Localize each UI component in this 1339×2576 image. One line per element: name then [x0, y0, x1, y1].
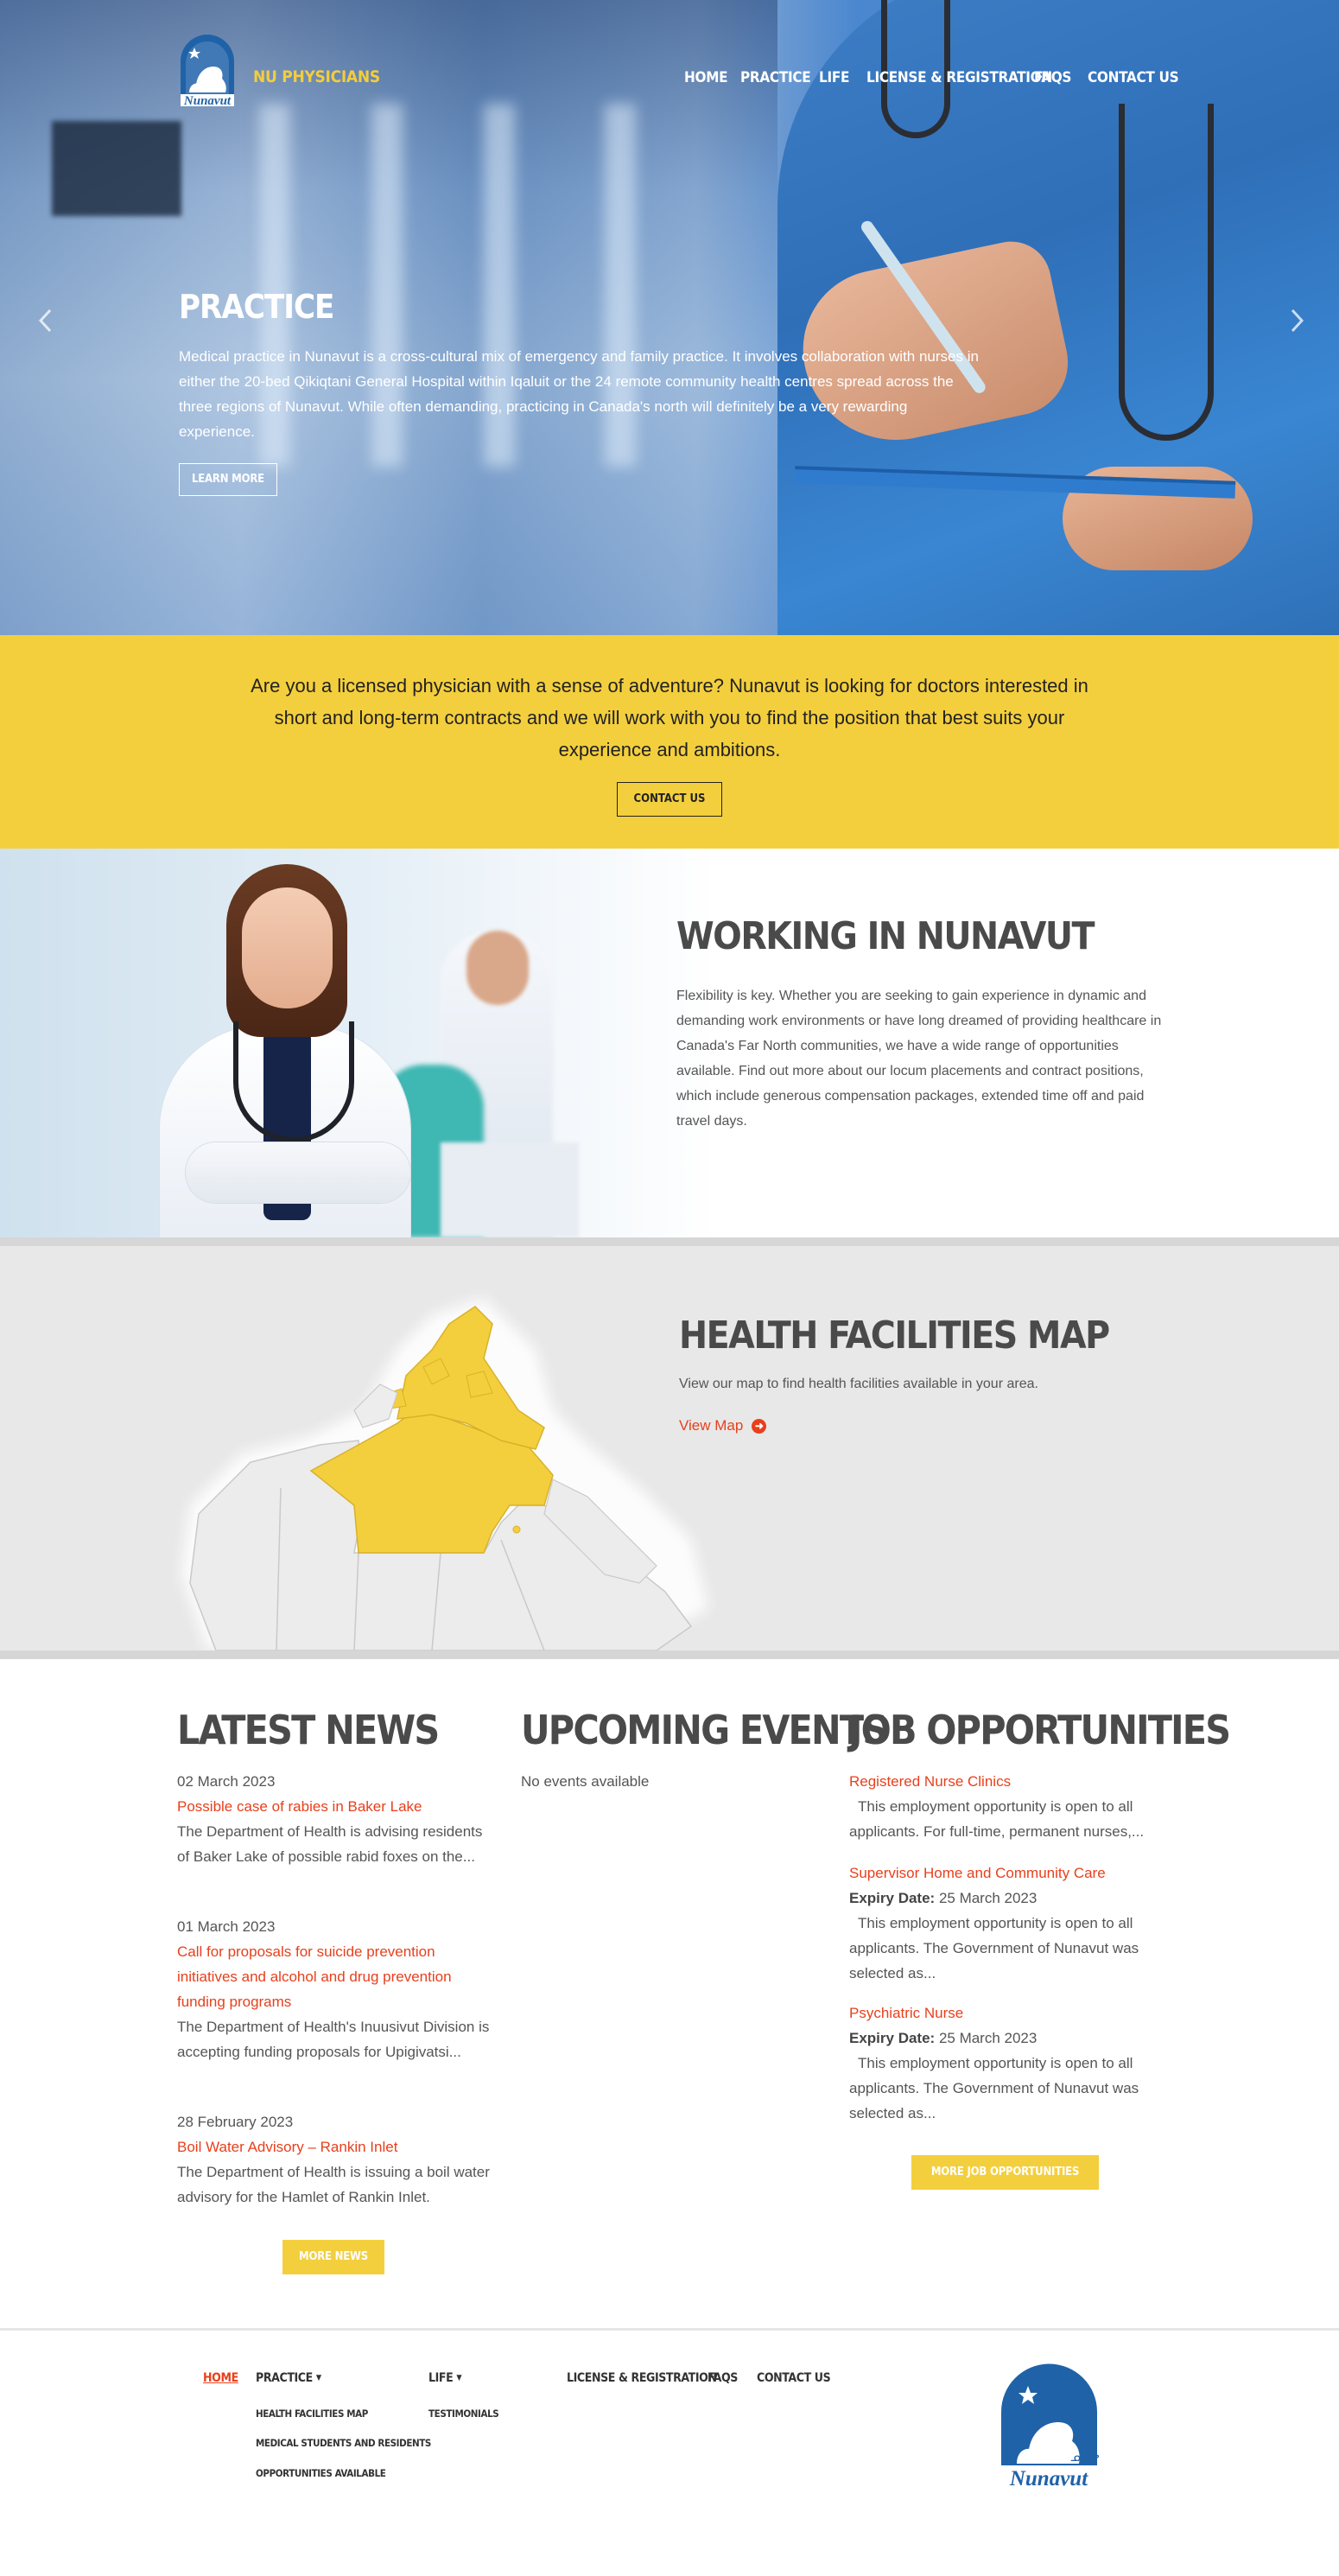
doctors-photo-laptop — [441, 1142, 579, 1237]
doctors-photo-woman-arms — [186, 1142, 410, 1203]
caret-down-icon: ▼ — [315, 2374, 321, 2382]
news-date: 02 March 2023 — [177, 1773, 276, 1790]
job-summary: This employment opportunity is open to a… — [849, 1915, 1139, 1981]
more-news-button[interactable]: MORE NEWS — [282, 2240, 384, 2274]
section-divider — [0, 1651, 1339, 1659]
job-opportunities-title: JOB OPPORTUNITIES — [849, 1707, 1231, 1753]
job-summary: This employment opportunity is open to a… — [849, 1798, 1145, 1840]
job-item: Registered Nurse Clinics This employment… — [849, 1769, 1164, 1844]
working-text: Flexibility is key. Whether you are seek… — [676, 989, 1162, 1129]
learn-more-button[interactable]: LEARN MORE — [179, 463, 277, 496]
footer-sub-testimonials[interactable]: TESTIMONIALS — [428, 2407, 499, 2420]
nunavut-logo[interactable]: Nunavut — [177, 32, 238, 108]
chevron-right-icon[interactable] — [1287, 307, 1306, 334]
doctors-photo-stethoscope — [233, 1021, 354, 1142]
working-section: WORKING IN NUNAVUT Flexibility is key. W… — [0, 849, 1339, 1237]
expiry-date: 25 March 2023 — [938, 2030, 1038, 2046]
upcoming-events-title: UPCOMING EVENTS — [521, 1707, 888, 1753]
cta-text: Are you a licensed physician with a sens… — [251, 675, 1088, 760]
hero-text: Medical practice in Nunavut is a cross-c… — [179, 348, 979, 440]
doctors-photo-background-doctor-head — [466, 931, 529, 1005]
expiry-label: Expiry Date: — [849, 1890, 936, 1906]
logo-syllabics: ᓄᓇᕗ — [1070, 2451, 1099, 2465]
job-expiry: Expiry Date: 25 March 2023 — [849, 2026, 1164, 2051]
view-map-link[interactable]: View Map ➜ — [679, 1417, 767, 1434]
footer-nunavut-logo[interactable]: ᓄᓇᕗ Nunavut — [999, 2362, 1099, 2491]
map-text: View our map to find health facilities a… — [679, 1377, 1038, 1391]
footer-divider — [0, 2328, 1339, 2331]
news-item: 28 February 2023 Boil Water Advisory – R… — [177, 2109, 492, 2210]
cta-band: Are you a licensed physician with a sens… — [0, 635, 1339, 849]
nav-faqs[interactable]: FAQS — [1034, 69, 1071, 86]
footer-nav-practice-label: PRACTICE — [256, 2371, 313, 2385]
contact-us-button[interactable]: CONTACT US — [617, 782, 722, 817]
section-divider — [0, 1237, 1339, 1246]
nav-contact-us[interactable]: CONTACT US — [1088, 69, 1179, 86]
news-headline-link[interactable]: Possible case of rabies in Baker Lake — [177, 1794, 492, 1819]
nav-license-registration[interactable]: LICENSE & REGISTRATION — [866, 69, 1052, 86]
news-headline-link[interactable]: Call for proposals for suicide preventio… — [177, 1939, 492, 2014]
latest-news-title: LATEST NEWS — [177, 1707, 440, 1753]
map-section: HEALTH FACILITIES MAP View our map to fi… — [0, 1246, 1339, 1651]
job-summary: This employment opportunity is open to a… — [849, 2055, 1139, 2121]
footer-nav-life[interactable]: LIFE ▼ — [428, 2371, 462, 2385]
canada-map[interactable] — [138, 1246, 726, 1651]
job-title-link[interactable]: Psychiatric Nurse — [849, 2000, 1164, 2026]
news-date: 01 March 2023 — [177, 1918, 276, 1935]
map-title: HEALTH FACILITIES MAP — [679, 1313, 1110, 1358]
news-headline-link[interactable]: Boil Water Advisory – Rankin Inlet — [177, 2134, 492, 2159]
chevron-left-icon[interactable] — [36, 307, 55, 334]
hero-photo-stethoscope — [1119, 104, 1214, 441]
working-title: WORKING IN NUNAVUT — [676, 914, 1095, 958]
hero-title: PRACTICE — [179, 288, 334, 326]
footer-logo-text: Nunavut — [1009, 2467, 1088, 2490]
footer-nav-life-label: LIFE — [428, 2371, 454, 2385]
arrow-right-circle-icon: ➜ — [752, 1419, 767, 1434]
footer-nav-faqs[interactable]: FAQS — [708, 2371, 738, 2385]
caret-down-icon: ▼ — [456, 2374, 462, 2382]
news-item: 01 March 2023 Call for proposals for sui… — [177, 1914, 492, 2064]
news-summary: The Department of Health is issuing a bo… — [177, 2164, 490, 2205]
view-map-label: View Map — [679, 1417, 744, 1434]
news-summary: The Department of Health is advising res… — [177, 1823, 483, 1865]
events-empty-text: No events available — [521, 1773, 650, 1790]
job-item: Supervisor Home and Community Care Expir… — [849, 1860, 1164, 1986]
job-title-link[interactable]: Supervisor Home and Community Care — [849, 1860, 1164, 1886]
nav-life[interactable]: LIFE — [819, 69, 849, 86]
news-date: 28 February 2023 — [177, 2114, 294, 2130]
nav-home[interactable]: HOME — [684, 69, 728, 86]
nav-practice[interactable]: PRACTICE — [740, 69, 811, 86]
footer-nav-contact-us[interactable]: CONTACT US — [757, 2371, 831, 2385]
expiry-label: Expiry Date: — [849, 2030, 936, 2046]
hero-background-window — [52, 121, 181, 216]
logo-text: Nunavut — [183, 94, 232, 108]
site-name[interactable]: NU PHYSICIANS — [253, 67, 380, 86]
news-summary: The Department of Health's Inuusivut Div… — [177, 2019, 490, 2060]
job-title-link[interactable]: Registered Nurse Clinics — [849, 1769, 1164, 1794]
doctors-photo-woman-face — [242, 887, 333, 1008]
footer-nav-license-registration[interactable]: LICENSE & REGISTRATION — [567, 2371, 717, 2385]
footer-sub-opportunities[interactable]: OPPORTUNITIES AVAILABLE — [256, 2467, 386, 2479]
hero-carousel: Nunavut NU PHYSICIANS HOME PRACTICE LIFE… — [0, 0, 1339, 635]
expiry-date: 25 March 2023 — [938, 1890, 1038, 1906]
footer-sub-medical-students[interactable]: MEDICAL STUDENTS AND RESIDENTS — [256, 2437, 431, 2449]
news-item: 02 March 2023 Possible case of rabies in… — [177, 1769, 492, 1869]
footer-nav-practice[interactable]: PRACTICE ▼ — [256, 2371, 321, 2385]
job-expiry: Expiry Date: 25 March 2023 — [849, 1886, 1164, 1911]
footer-nav-home[interactable]: HOME — [203, 2371, 238, 2385]
footer-sub-health-facilities-map[interactable]: HEALTH FACILITIES MAP — [256, 2407, 368, 2420]
more-job-opportunities-button[interactable]: MORE JOB OPPORTUNITIES — [911, 2155, 1099, 2190]
job-item: Psychiatric Nurse Expiry Date: 25 March … — [849, 2000, 1164, 2126]
